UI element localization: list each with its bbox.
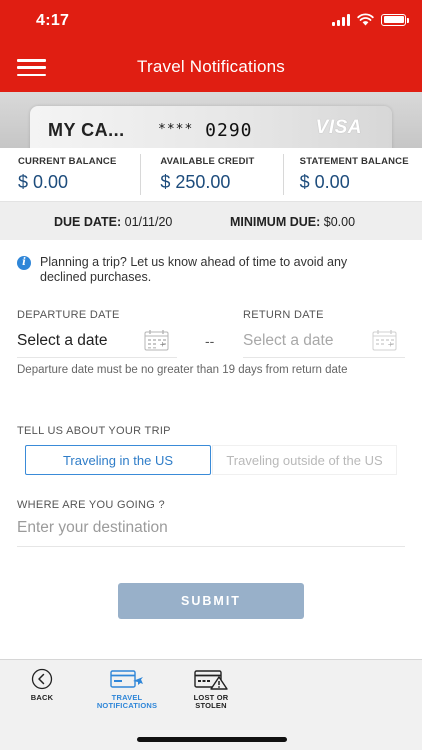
info-icon: i	[17, 256, 31, 270]
balance-label: CURRENT BALANCE	[18, 156, 117, 167]
return-date-label: RETURN DATE	[243, 309, 324, 321]
app-header: 4:17 Travel Notifications	[0, 0, 422, 92]
departure-date-value: Select a date	[17, 332, 108, 349]
calendar-icon: +	[372, 330, 397, 351]
destination-input[interactable]: Enter your destination	[17, 514, 405, 547]
balance-summary: CURRENT BALANCE $ 0.00 AVAILABLE CREDIT …	[0, 148, 422, 202]
nav-travel-label: TRAVEL NOTIFICATIONS	[91, 694, 163, 710]
svg-text:+: +	[160, 341, 166, 349]
trip-type-label: TELL US ABOUT YOUR TRIP	[17, 425, 171, 437]
info-message: i Planning a trip? Let us know ahead of …	[17, 255, 397, 285]
minimum-due-value: $0.00	[323, 215, 356, 229]
balance-label: AVAILABLE CREDIT	[160, 156, 255, 167]
lost-card-warning-icon	[194, 670, 228, 690]
travel-card-icon	[110, 670, 143, 688]
card-number: **** 0290	[158, 120, 253, 141]
nav-travel-notifications[interactable]: TRAVEL NOTIFICATIONS	[91, 668, 163, 710]
trip-option-us[interactable]: Traveling in the US	[25, 445, 211, 475]
due-summary: DUE DATE: 01/11/20 MINIMUM DUE: $0.00	[0, 202, 422, 240]
nav-travel-label-line2: NOTIFICATIONS	[96, 701, 158, 710]
due-date-label: DUE DATE:	[54, 215, 122, 229]
due-date: DUE DATE: 01/11/20	[54, 215, 172, 229]
balance-value: $ 0.00	[299, 172, 350, 192]
back-arrow-icon	[31, 668, 53, 690]
current-balance: CURRENT BALANCE $ 0.00	[0, 148, 140, 201]
card-strip: MY CA... **** 0290 VISA	[0, 92, 422, 148]
signal-icon	[332, 13, 350, 26]
date-separator: --	[205, 333, 215, 349]
card-last4: 0290	[205, 120, 253, 141]
destination-label: WHERE ARE YOU GOING ?	[17, 499, 165, 511]
nav-lost-label-line2: STOLEN	[195, 701, 227, 710]
card-masked-digits: ****	[158, 122, 194, 137]
wifi-icon	[357, 13, 374, 26]
minimum-due: MINIMUM DUE: $0.00	[230, 215, 355, 229]
due-date-value: 01/11/20	[124, 215, 173, 229]
balance-value: $ 0.00	[18, 172, 69, 192]
calendar-icon: +	[144, 330, 169, 351]
battery-icon	[381, 13, 409, 26]
nav-back[interactable]: BACK	[27, 668, 57, 702]
return-date-field[interactable]: Select a date +	[243, 328, 405, 358]
submit-button[interactable]: SUBMIT	[118, 583, 304, 619]
nav-lost-or-stolen[interactable]: LOST OR STOLEN	[189, 668, 233, 710]
page-title: Travel Notifications	[137, 57, 285, 76]
visa-logo: VISA	[315, 117, 362, 138]
departure-date-label: DEPARTURE DATE	[17, 309, 120, 321]
date-hint: Departure date must be no greater than 1…	[17, 364, 348, 376]
balance-label: STATEMENT BALANCE	[299, 156, 409, 167]
svg-text:+: +	[388, 341, 394, 349]
available-credit: AVAILABLE CREDIT $ 250.00	[140, 148, 282, 201]
statement-balance: STATEMENT BALANCE $ 0.00	[282, 148, 422, 201]
card-name: MY CA...	[48, 120, 125, 140]
status-time: 4:17	[36, 12, 70, 29]
credit-card[interactable]: MY CA... **** 0290 VISA	[30, 106, 392, 148]
nav-lost-label: LOST OR STOLEN	[189, 694, 233, 710]
trip-option-outside-us[interactable]: Traveling outside of the US	[212, 445, 397, 475]
return-date-value: Select a date	[243, 332, 334, 349]
minimum-due-label: MINIMUM DUE:	[230, 215, 321, 229]
balance-value: $ 250.00	[160, 172, 231, 192]
departure-date-field[interactable]: Select a date +	[17, 328, 177, 358]
info-text: Planning a trip? Let us know ahead of ti…	[40, 255, 348, 284]
nav-back-label: BACK	[30, 693, 54, 702]
home-indicator[interactable]	[137, 737, 287, 742]
status-icons	[332, 13, 409, 26]
